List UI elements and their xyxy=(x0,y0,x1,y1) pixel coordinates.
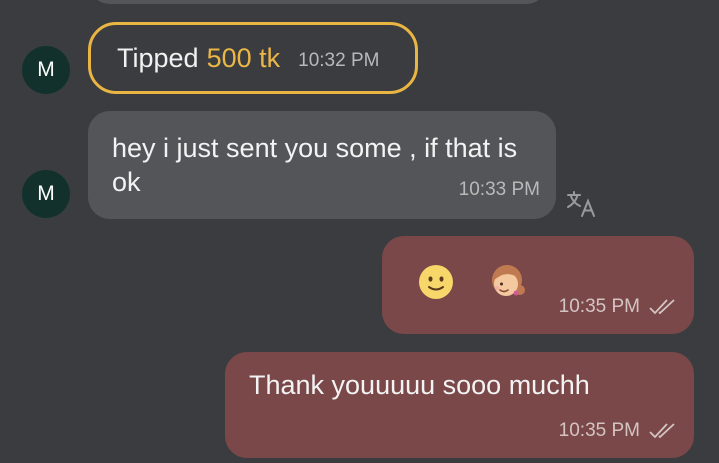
avatar-initial: M xyxy=(37,58,55,81)
outgoing-emoji-message-bubble[interactable]: 10:35 PM xyxy=(382,236,694,334)
slightly-smiling-face-icon xyxy=(419,265,453,299)
tip-label: Tipped xyxy=(117,42,199,73)
tip-message-bubble[interactable]: Tipped 500 tk 10:32 PM xyxy=(88,22,418,94)
incoming-message-bubble[interactable]: hey i just sent you some , if that is ok… xyxy=(88,111,556,219)
double-check-icon xyxy=(649,423,675,439)
avatar[interactable]: M xyxy=(22,170,70,218)
message-timestamp: 10:32 PM xyxy=(298,50,380,71)
translate-icon[interactable] xyxy=(566,190,598,218)
girl-with-pigtails-icon xyxy=(492,265,525,296)
translate-icon[interactable] xyxy=(576,0,596,6)
message-status-row: 10:35 PM xyxy=(559,420,678,442)
outgoing-message-bubble[interactable]: Thank youuuuu sooo muchh 10:35 PM xyxy=(225,352,694,458)
message-timestamp: 10:35 PM xyxy=(558,420,640,441)
double-check-icon xyxy=(649,299,675,315)
tip-amount: 500 tk xyxy=(206,42,281,73)
avatar[interactable]: M xyxy=(22,46,70,94)
previous-message-bubble[interactable] xyxy=(88,0,548,4)
message-timestamp: 10:33 PM xyxy=(458,179,540,200)
avatar-initial: M xyxy=(37,182,55,205)
message-text: Thank youuuuu sooo muchh xyxy=(249,370,590,400)
message-status-row: 10:35 PM xyxy=(559,296,678,318)
message-timestamp: 10:35 PM xyxy=(558,296,640,317)
